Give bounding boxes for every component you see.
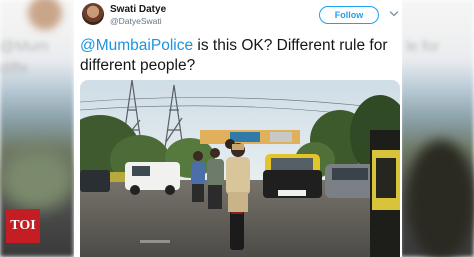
backdrop-rickshaw-blur [406, 140, 474, 257]
avatar[interactable] [82, 3, 104, 25]
backdrop-text-right: le for [406, 38, 440, 55]
traffic-photo [80, 80, 400, 257]
backdrop-text-left: @Mum [0, 38, 49, 55]
tweet-text: @MumbaiPolice is this OK? Different rule… [80, 36, 400, 76]
author-name[interactable]: Swati Datye [110, 4, 166, 15]
follow-button[interactable]: Follow [319, 6, 379, 24]
blurred-backdrop-right: le for [400, 0, 474, 257]
author-handle[interactable]: @DatyeSwati [110, 16, 162, 26]
backdrop-text-left-2: diffe [0, 60, 29, 77]
toi-logo: TOI [6, 209, 40, 243]
tweet-card: Swati Datye @DatyeSwati Follow @MumbaiPo… [74, 0, 402, 257]
backdrop-road-blur [0, 150, 74, 210]
chevron-down-icon[interactable] [389, 9, 399, 19]
tweet-photo[interactable] [80, 80, 400, 257]
mention-link[interactable]: @MumbaiPolice [80, 37, 193, 54]
